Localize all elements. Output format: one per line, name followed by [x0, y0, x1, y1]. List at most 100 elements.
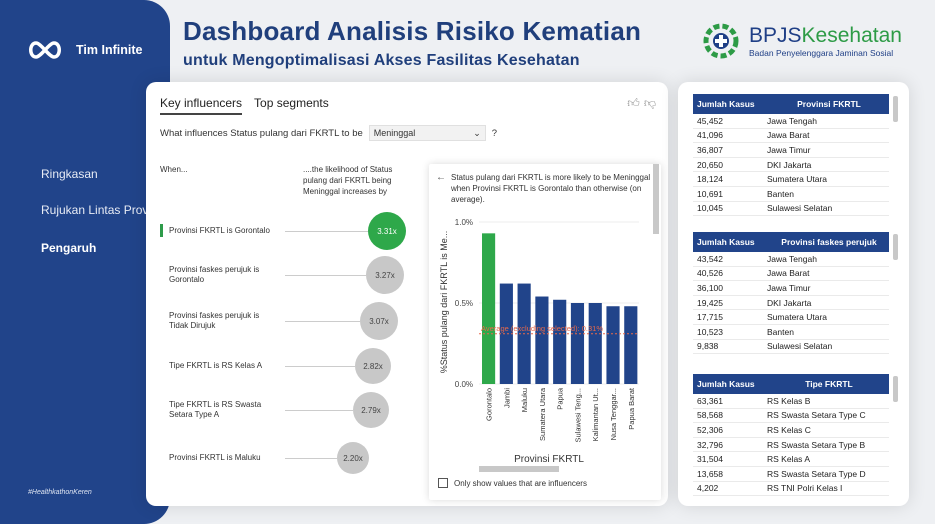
influencer-row[interactable]: Provinsi faskes perujuk is Gorontalo 3.27…	[160, 256, 410, 297]
table-scrollbar[interactable]	[893, 234, 898, 260]
table-scrollbar[interactable]	[893, 96, 898, 122]
column-header[interactable]: Jumlah Kasus	[693, 237, 763, 247]
chart-bar	[499, 283, 513, 384]
table-row[interactable]: 17,715 Sumatera Utara	[693, 310, 889, 325]
influencer-value-bubble: 3.31x	[368, 212, 406, 250]
influence-question: What influences Status pulang dari FKRTL…	[160, 125, 497, 141]
table-row[interactable]: 63,361 RS Kelas B	[693, 394, 889, 409]
logo-tagline: Badan Penyelenggara Jaminan Sosial	[749, 47, 894, 58]
table-cell: Jawa Barat	[767, 130, 810, 141]
thumbs-down-icon[interactable]: 👎︎	[644, 96, 656, 110]
data-table: Jumlah Kasus Tipe FKRTL 63,361 RS Kelas B 58…	[693, 374, 889, 496]
table-cell: 10,045	[697, 203, 723, 214]
checkbox[interactable]	[438, 478, 448, 488]
checkbox-label: Only show values that are influencers	[454, 478, 587, 488]
table-row[interactable]: 31,504 RS Kelas A	[693, 452, 889, 467]
column-header[interactable]: Jumlah Kasus	[693, 379, 763, 389]
table-cell: 43,542	[697, 253, 723, 264]
influencer-row[interactable]: Provinsi faskes perujuk is Tidak Dirujuk…	[160, 302, 410, 343]
table-cell: 4,202	[697, 483, 719, 494]
table-row[interactable]: 40,526 Jawa Barat	[693, 267, 889, 282]
influencer-connector	[285, 321, 360, 322]
table-row[interactable]: 18,124 Sumatera Utara	[693, 172, 889, 187]
table-row[interactable]: 58,568 RS Swasta Setara Type C	[693, 409, 889, 424]
column-header[interactable]: Jumlah Kasus	[693, 99, 763, 109]
table-row[interactable]: 43,542 Jawa Tengah	[693, 252, 889, 267]
table-cell: RS Swasta Setara Type C	[767, 410, 866, 421]
dropdown-value: Meninggal	[373, 128, 416, 138]
influencer-connector	[285, 410, 353, 411]
table-cell: Jawa Barat	[767, 268, 810, 279]
column-header[interactable]: Provinsi FKRTL	[763, 99, 889, 109]
data-table: Jumlah Kasus Provinsi faskes perujuk 43,54…	[693, 232, 889, 354]
influencers-only-toggle[interactable]: Only show values that are influencers	[438, 478, 587, 488]
table-cell: RS Swasta Setara Type D	[767, 468, 866, 479]
table-row[interactable]: 13,658 RS Swasta Setara Type D	[693, 467, 889, 482]
chart-bar	[606, 306, 620, 384]
table-cell: Sumatera Utara	[767, 312, 827, 323]
question-text: What influences Status pulang dari FKRTL…	[160, 127, 363, 139]
table-row[interactable]: 41,096 Jawa Barat	[693, 129, 889, 144]
table-row[interactable]: 10,523 Banten	[693, 325, 889, 340]
x-tick-label: Nusa Tenggar...	[609, 388, 618, 440]
table-row[interactable]: 36,100 Jawa Timur	[693, 281, 889, 296]
table-cell: 36,100	[697, 282, 723, 293]
selected-indicator	[160, 224, 163, 237]
table-row[interactable]: 4,202 RS TNI Polri Kelas I	[693, 482, 889, 496]
influencer-value-bubble: 2.79x	[353, 392, 389, 428]
table-row[interactable]: 52,306 RS Kelas C	[693, 423, 889, 438]
table-cell: 10,691	[697, 188, 723, 199]
influencer-connector	[285, 231, 368, 232]
chart-bar	[535, 296, 549, 384]
table-row[interactable]: 20,650 DKI Jakarta	[693, 158, 889, 173]
influencer-value-bubble: 2.82x	[355, 348, 391, 384]
influencer-value-bubble: 2.20x	[337, 442, 369, 474]
brand: Tim Infinite	[26, 40, 142, 60]
table-cell: RS Kelas B	[767, 395, 811, 406]
brand-name: Tim Infinite	[76, 43, 143, 57]
table-row[interactable]: 9,838 Sulawesi Selatan	[693, 340, 889, 354]
x-tick-label: Sumatera Utara	[538, 387, 547, 441]
influencer-row[interactable]: Provinsi FKRTL is Gorontalo 3.31x	[160, 212, 410, 253]
table-cell: 9,838	[697, 341, 719, 352]
table-cell: Banten	[767, 326, 794, 337]
table-cell: RS TNI Polri Kelas I	[767, 483, 843, 494]
table-header: Jumlah Kasus Provinsi FKRTL	[693, 94, 889, 114]
table-row[interactable]: 19,425 DKI Jakarta	[693, 296, 889, 311]
table-row[interactable]: 10,045 Sulawesi Selatan	[693, 202, 889, 216]
influencer-row[interactable]: Provinsi FKRTL is Maluku 2.20x	[160, 440, 410, 480]
influencer-connector	[285, 275, 366, 276]
tab-top-segments[interactable]: Top segments	[254, 96, 329, 115]
feedback: 👍︎ 👎︎	[623, 96, 656, 111]
table-row[interactable]: 36,807 Jawa Timur	[693, 143, 889, 158]
detail-scrollbar[interactable]	[653, 164, 659, 234]
table-cell: Jawa Timur	[767, 144, 811, 155]
table-row[interactable]: 32,796 RS Swasta Setara Type B	[693, 438, 889, 453]
column-header[interactable]: Provinsi faskes perujuk	[763, 237, 889, 247]
chevron-down-icon: ⌄	[473, 127, 481, 138]
table-cell: Sulawesi Selatan	[767, 203, 833, 214]
page-title: Dashboard Analisis Risiko Kematian	[183, 16, 642, 46]
selected-indicator	[160, 451, 163, 464]
influencer-connector	[285, 366, 355, 367]
tab-key-influencers[interactable]: Key influencers	[160, 96, 243, 115]
table-header: Jumlah Kasus Tipe FKRTL	[693, 374, 889, 394]
thumbs-up-icon[interactable]: 👍︎	[627, 96, 640, 110]
influencer-row[interactable]: Tipe FKRTL is RS Kelas A 2.82x	[160, 348, 410, 388]
target-value-dropdown[interactable]: Meninggal ⌄	[368, 125, 486, 141]
sidebar: Tim Infinite Ringkasan Rujukan Lintas Pr…	[0, 0, 170, 524]
x-tick-label: Gorontalo	[485, 388, 494, 421]
column-header[interactable]: Tipe FKRTL	[763, 379, 889, 389]
chart-bar	[570, 303, 585, 384]
influencer-row[interactable]: Tipe FKRTL is RS Swasta Setara Type A 2.7…	[160, 392, 410, 432]
chart-hscrollbar	[479, 466, 559, 472]
table-row[interactable]: 45,452 Jawa Tengah	[693, 114, 889, 129]
table-row[interactable]: 10,691 Banten	[693, 187, 889, 202]
table-cell: 41,096	[697, 130, 723, 141]
data-table: Jumlah Kasus Provinsi FKRTL 45,452 Jawa Ten…	[693, 94, 889, 216]
table-scrollbar[interactable]	[893, 376, 898, 402]
table-cell: 17,715	[697, 312, 723, 323]
hashtag: #HealthkathonKeren	[28, 489, 92, 496]
x-tick-label: Sulawesi Teng...	[573, 388, 582, 442]
page-subtitle: untuk Mengoptimalisasi Akses Fasilitas K…	[183, 52, 580, 69]
